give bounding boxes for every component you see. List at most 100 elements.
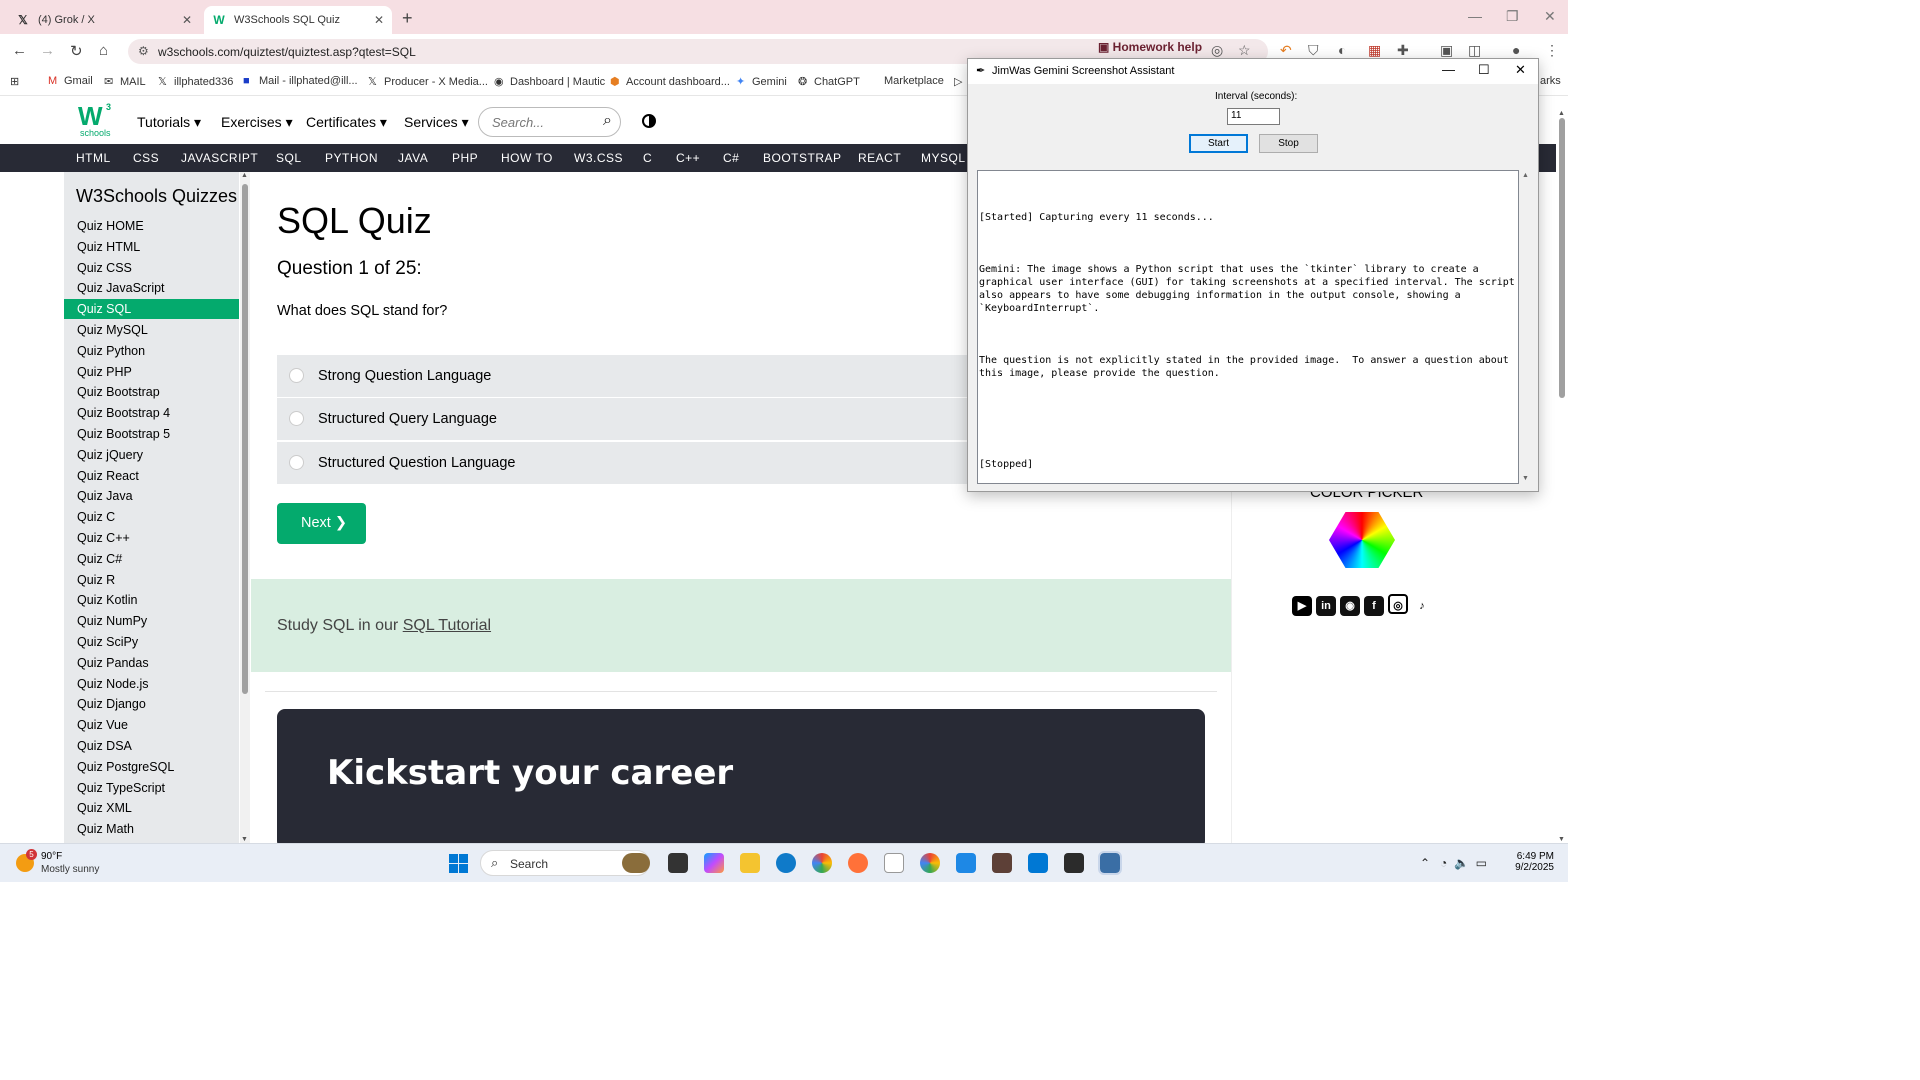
sidebar-item[interactable]: Quiz XML bbox=[64, 798, 239, 818]
sidebar-item[interactable]: Quiz PHP bbox=[64, 362, 239, 382]
sidebar-item[interactable]: Quiz CSS bbox=[64, 258, 239, 278]
maximize-icon[interactable]: ☐ bbox=[1478, 62, 1490, 78]
close-icon[interactable]: ✕ bbox=[374, 13, 384, 27]
sidebar-item[interactable]: Quiz Bootstrap 5 bbox=[64, 424, 239, 444]
edge-icon[interactable] bbox=[776, 853, 796, 873]
python-app-icon[interactable] bbox=[1098, 851, 1122, 875]
answer-option[interactable]: Structured Question Language bbox=[277, 442, 997, 485]
facebook-icon[interactable]: f bbox=[1364, 596, 1384, 616]
nav-item[interactable]: CSS bbox=[133, 151, 159, 165]
nav-item[interactable]: REACT bbox=[858, 151, 901, 165]
minimize-icon[interactable]: — bbox=[1468, 8, 1482, 24]
nav-item[interactable]: C# bbox=[723, 151, 739, 165]
bookmark-account[interactable]: ⬢ Account dashboard... bbox=[610, 75, 730, 88]
scrollbar-thumb[interactable] bbox=[1559, 118, 1565, 398]
sidebar-item[interactable]: Quiz Django bbox=[64, 694, 239, 714]
chrome-icon[interactable] bbox=[812, 853, 832, 873]
close-icon[interactable]: ✕ bbox=[182, 13, 192, 27]
page-scrollbar[interactable]: ▲ ▼ bbox=[1556, 110, 1568, 843]
menu-exercises[interactable]: Exercises ▾ bbox=[221, 114, 293, 131]
extension-icon[interactable]: ▦ bbox=[1368, 42, 1381, 59]
tab-w3schools[interactable]: W W3Schools SQL Quiz ✕ bbox=[204, 6, 392, 34]
bookmark-producer[interactable]: 𝕏 Producer - X Media... bbox=[368, 75, 488, 88]
bookmark-mail[interactable]: ✉ MAIL bbox=[104, 75, 146, 88]
sidebar-item[interactable]: Quiz C++ bbox=[64, 528, 239, 548]
sidebar-item[interactable]: Quiz Bootstrap bbox=[64, 382, 239, 402]
bookmarks-overflow[interactable]: arks bbox=[1540, 75, 1561, 87]
tiktok-icon[interactable]: ♪ bbox=[1412, 596, 1432, 616]
search-icon[interactable]: ⌕ bbox=[603, 112, 612, 130]
sidebar-item[interactable]: Quiz C# bbox=[64, 549, 239, 569]
scroll-up-icon[interactable]: ▲ bbox=[1558, 110, 1565, 117]
bookmark-gemini[interactable]: ✦ Gemini bbox=[736, 75, 787, 88]
sidebar-item[interactable]: Quiz JavaScript bbox=[64, 278, 239, 298]
bookmark-gmail[interactable]: M Gmail bbox=[48, 75, 93, 87]
nav-item[interactable]: C++ bbox=[676, 151, 700, 165]
game-icon[interactable] bbox=[992, 853, 1012, 873]
nav-item[interactable]: BOOTSTRAP bbox=[763, 151, 842, 165]
sidebar-item[interactable]: Quiz Python bbox=[64, 341, 239, 361]
sidebar-icon[interactable]: ◫ bbox=[1468, 42, 1481, 59]
window-titlebar[interactable]: ✒ JimWas Gemini Screenshot Assistant — ☐… bbox=[968, 59, 1538, 84]
answer-option[interactable]: Strong Question Language bbox=[277, 355, 997, 398]
dark-mode-toggle-icon[interactable] bbox=[642, 114, 656, 128]
stop-button[interactable]: Stop bbox=[1259, 134, 1318, 153]
close-icon[interactable]: ✕ bbox=[1515, 62, 1526, 78]
reload-icon[interactable]: ↻ bbox=[70, 42, 83, 60]
sidebar-item[interactable]: Quiz Kotlin bbox=[64, 590, 239, 610]
restore-icon[interactable]: ❐ bbox=[1506, 8, 1519, 25]
next-button[interactable]: Next ❯ bbox=[277, 503, 366, 544]
sql-tutorial-link[interactable]: SQL Tutorial bbox=[403, 617, 491, 634]
scroll-down-icon[interactable]: ▼ bbox=[1522, 475, 1529, 482]
nav-item[interactable]: JAVA bbox=[398, 151, 428, 165]
home-icon[interactable]: ⌂ bbox=[99, 42, 108, 59]
scroll-down-icon[interactable]: ▼ bbox=[241, 836, 248, 843]
sidebar-item[interactable]: Quiz NumPy bbox=[64, 611, 239, 631]
sidebar-item[interactable]: Quiz HOME bbox=[64, 216, 239, 236]
back-icon[interactable]: ← bbox=[12, 42, 27, 59]
forward-icon[interactable]: → bbox=[40, 42, 55, 59]
radio-button[interactable] bbox=[289, 368, 304, 383]
avatar[interactable]: ● bbox=[1512, 42, 1520, 58]
output-log[interactable]: [Started] Capturing every 11 seconds... … bbox=[977, 170, 1519, 484]
nav-item[interactable]: JAVASCRIPT bbox=[181, 151, 258, 165]
scroll-down-icon[interactable]: ▼ bbox=[1558, 836, 1565, 843]
answer-option[interactable]: Structured Query Language bbox=[277, 398, 997, 441]
vscode-icon[interactable] bbox=[1028, 853, 1048, 873]
terminal-icon[interactable] bbox=[1064, 853, 1084, 873]
discord-icon[interactable]: ◉ bbox=[1340, 596, 1360, 616]
nav-item[interactable]: PYTHON bbox=[325, 151, 378, 165]
close-window-icon[interactable]: ✕ bbox=[1544, 8, 1556, 25]
bookmark-marketplace[interactable]: Marketplace bbox=[868, 75, 944, 87]
nav-item[interactable]: MYSQL bbox=[921, 151, 966, 165]
puzzle-icon[interactable]: ✚ bbox=[1397, 42, 1409, 59]
windows-start-icon[interactable] bbox=[449, 854, 468, 873]
widget-icon[interactable] bbox=[622, 853, 650, 873]
radio-button[interactable] bbox=[289, 455, 304, 470]
log-scrollbar[interactable]: ▲ ▼ bbox=[1519, 170, 1533, 484]
new-tab-icon[interactable]: + bbox=[402, 8, 413, 29]
media-icon[interactable]: ▣ bbox=[1440, 42, 1453, 59]
scroll-up-icon[interactable]: ▲ bbox=[241, 172, 248, 179]
file-explorer-icon[interactable] bbox=[740, 853, 760, 873]
sidebar-item[interactable]: Quiz jQuery bbox=[64, 445, 239, 465]
sidebar-scrollbar[interactable]: ▲ ▼ bbox=[240, 172, 250, 843]
sidebar-item[interactable]: Quiz HTML bbox=[64, 237, 239, 257]
menu-services[interactable]: Services ▾ bbox=[404, 114, 469, 131]
bookmark-mail-illphated[interactable]: ■ Mail - illphated@ill... bbox=[243, 75, 358, 87]
sidebar-item[interactable]: Quiz SciPy bbox=[64, 632, 239, 652]
sidebar-item[interactable]: Quiz TypeScript bbox=[64, 778, 239, 798]
eye-off-icon[interactable]: ◎ bbox=[1211, 42, 1223, 59]
nav-item[interactable]: SQL bbox=[276, 151, 302, 165]
system-tray[interactable]: ⌃ ◔ 🔈 ▭ bbox=[1420, 856, 1487, 870]
apps-icon[interactable]: ⊞ bbox=[10, 75, 19, 88]
sidebar-item[interactable]: Quiz Math bbox=[64, 819, 239, 839]
sidebar-item[interactable]: Quiz PostgreSQL bbox=[64, 757, 239, 777]
chrome-profile-icon[interactable] bbox=[920, 853, 940, 873]
bookmark-chatgpt[interactable]: ❂ ChatGPT bbox=[798, 75, 860, 88]
site-info-icon[interactable]: ⚙ bbox=[138, 44, 149, 58]
start-button[interactable]: Start bbox=[1189, 134, 1248, 153]
w3schools-logo[interactable]: W 3 schools bbox=[78, 102, 112, 140]
scroll-up-icon[interactable]: ▲ bbox=[1522, 172, 1529, 179]
sidebar-item[interactable]: Quiz MySQL bbox=[64, 320, 239, 340]
